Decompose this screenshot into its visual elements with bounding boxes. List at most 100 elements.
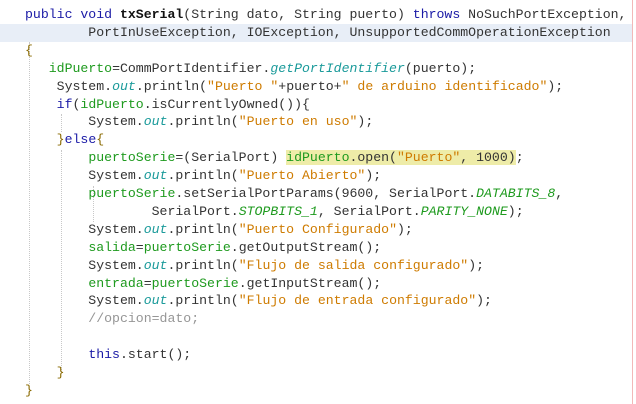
- code-token: .open(: [349, 150, 397, 166]
- code-token: System.: [25, 78, 113, 94]
- code-line[interactable]: System.out.println("Puerto "+puerto+" de…: [25, 78, 564, 96]
- code-line[interactable]: }: [25, 364, 65, 382]
- code-token: "Puerto en uso": [238, 114, 358, 130]
- code-token: if: [56, 96, 73, 112]
- code-token: public void: [25, 7, 120, 22]
- code-line[interactable]: System.out.println("Puerto Abierto");: [25, 167, 381, 185]
- code-token: );: [476, 293, 492, 309]
- code-token: this: [88, 347, 120, 363]
- code-token: .getInputStream();: [238, 275, 382, 291]
- code-token: "Puerto": [396, 150, 461, 166]
- code-token: "Puerto Configurado": [238, 221, 397, 237]
- code-token: "Flujo de entrada configurado": [238, 293, 477, 309]
- code-token: , SerialPort.: [317, 203, 421, 219]
- code-token: System.: [25, 257, 144, 273]
- code-token: .println(: [167, 221, 239, 237]
- code-line[interactable]: System.out.println("Puerto en uso");: [25, 113, 373, 131]
- code-editor[interactable]: public void txSerial(String dato, String…: [0, 0, 636, 404]
- code-token: STOPBITS_1: [238, 203, 318, 219]
- code-token: {: [25, 42, 33, 58]
- code-token: DATABITS_8: [476, 186, 556, 201]
- code-token: NoSuchPortException,: [460, 7, 627, 22]
- code-token: ,: [555, 186, 564, 201]
- code-token: salida: [88, 239, 136, 255]
- code-line[interactable]: {: [25, 42, 33, 60]
- code-token: System.: [25, 221, 144, 237]
- code-token: idPuerto: [80, 96, 144, 112]
- code-token: .setSerialPortParams(9600, SerialPort.: [175, 186, 477, 201]
- code-token: }: [25, 365, 65, 380]
- code-token: throws: [412, 7, 461, 22]
- code-token: .getOutputStream();: [230, 239, 382, 255]
- code-token: ;: [515, 150, 524, 166]
- code-token: .println(: [135, 78, 208, 94]
- code-token: System.: [25, 168, 144, 184]
- code-line[interactable]: //opcion=dato;: [25, 310, 199, 328]
- code-token: (String dato, String puerto): [183, 7, 413, 22]
- code-token: );: [365, 168, 382, 184]
- code-line[interactable]: }: [25, 382, 33, 400]
- code-token: "Puerto ": [207, 78, 279, 94]
- code-token: =: [135, 239, 144, 255]
- code-token: puertoSerie: [88, 186, 176, 201]
- code-token: entrada: [88, 275, 144, 291]
- code-token: //opcion=dato;: [25, 311, 200, 327]
- code-token: );: [507, 203, 524, 219]
- code-token: .println(: [167, 257, 239, 273]
- code-token: SerialPort.: [25, 203, 239, 219]
- code-token: .println(: [167, 293, 239, 309]
- code-line[interactable]: public void txSerial(String dato, String…: [25, 6, 626, 24]
- code-token: "Puerto Abierto": [238, 168, 366, 184]
- code-token: idPuerto: [48, 60, 113, 76]
- code-token: System.: [25, 114, 144, 130]
- code-line[interactable]: System.out.println("Flujo de entrada con…: [25, 292, 492, 310]
- code-token: out: [143, 221, 168, 237]
- code-line[interactable]: idPuerto=CommPortIdentifier.getPortIdent…: [25, 60, 476, 78]
- code-token: else: [64, 132, 97, 148]
- code-line[interactable]: PortInUseException, IOException, Unsuppo…: [25, 24, 611, 42]
- code-token: PARITY_NONE: [420, 203, 508, 219]
- code-token: out: [143, 168, 168, 184]
- code-token: System.: [25, 293, 144, 309]
- right-margin-line: [632, 0, 633, 404]
- code-token: );: [547, 78, 564, 94]
- code-token: puertoSerie: [151, 275, 239, 291]
- code-token: {: [96, 132, 105, 148]
- code-line[interactable]: }else{: [25, 131, 105, 149]
- code-token: );: [468, 257, 485, 273]
- code-line[interactable]: System.out.println("Flujo de salida conf…: [25, 257, 484, 275]
- code-token: .println(: [167, 114, 239, 130]
- code-token: txSerial: [119, 7, 184, 22]
- code-token: PortInUseException, IOException, Unsuppo…: [25, 24, 611, 40]
- code-line[interactable]: this.start();: [25, 346, 191, 364]
- code-token: }: [25, 132, 65, 148]
- code-token: .println(: [167, 168, 239, 184]
- code-line[interactable]: if(idPuerto.isCurrentlyOwned()){: [25, 96, 310, 114]
- code-token: puertoSerie: [143, 239, 231, 255]
- code-token: +puerto+: [278, 78, 342, 94]
- code-token: (puerto);: [404, 60, 477, 76]
- code-token: "Flujo de salida configurado": [238, 257, 469, 273]
- code-line[interactable]: puertoSerie.setSerialPortParams(9600, Se…: [25, 185, 563, 203]
- code-line[interactable]: puertoSerie=(SerialPort) idPuerto.open("…: [25, 149, 524, 167]
- code-line[interactable]: System.out.println("Puerto Configurado")…: [25, 221, 413, 239]
- code-token: .isCurrentlyOwned()){: [143, 96, 310, 112]
- code-token: =: [143, 275, 152, 291]
- code-token: " de arduino identificado": [341, 78, 548, 94]
- code-line[interactable]: salida=puertoSerie.getOutputStream();: [25, 239, 381, 257]
- code-line[interactable]: SerialPort.STOPBITS_1, SerialPort.PARITY…: [25, 203, 524, 221]
- code-token: );: [357, 114, 374, 130]
- code-line[interactable]: entrada=puertoSerie.getInputStream();: [25, 275, 381, 293]
- code-token: puertoSerie: [88, 150, 176, 166]
- code-token: );: [396, 221, 413, 237]
- code-token: =CommPortIdentifier.: [112, 60, 271, 76]
- code-token: out: [143, 293, 168, 309]
- code-token: }: [25, 382, 33, 398]
